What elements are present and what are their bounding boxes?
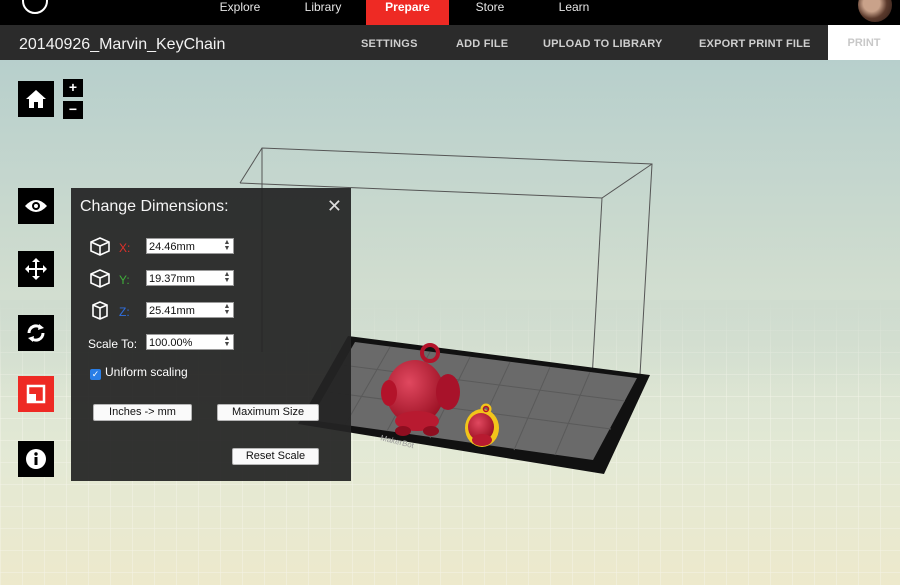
view-button[interactable] — [18, 188, 54, 224]
cube-y-icon — [90, 269, 110, 288]
print-button[interactable]: PRINT — [828, 25, 900, 60]
scale-button[interactable] — [18, 376, 54, 412]
stepper-scale-icon[interactable]: ▲ ▼ — [222, 335, 232, 348]
close-icon[interactable]: ✕ — [327, 196, 342, 217]
panel-title: Change Dimensions: — [80, 198, 229, 215]
stepper-y-icon[interactable]: ▲ ▼ — [222, 271, 232, 284]
dimension-x-row: X: 24.46mm ▲ ▼ — [88, 237, 338, 258]
axis-z-label: Z: — [119, 305, 130, 319]
dimension-z-row: Z: 25.41mm ▲ ▼ — [88, 301, 338, 322]
uniform-scaling-checkbox[interactable]: ✓ — [90, 369, 101, 380]
scale-to-label: Scale To: — [88, 337, 138, 351]
move-icon — [25, 258, 47, 280]
zoom-in-button[interactable]: + — [63, 79, 83, 97]
dimension-y-value: 19.37mm — [149, 273, 195, 285]
nav-store[interactable]: Store — [455, 0, 525, 25]
settings-button[interactable]: SETTINGS — [361, 38, 418, 50]
stepper-x-icon[interactable]: ▲ ▼ — [222, 239, 232, 252]
add-file-button[interactable]: ADD FILE — [456, 38, 508, 50]
move-button[interactable] — [18, 251, 54, 287]
info-icon — [26, 449, 46, 469]
dimension-y-row: Y: 19.37mm ▲ ▼ — [88, 269, 338, 290]
cube-z-icon — [92, 301, 108, 320]
cube-x-icon — [90, 237, 110, 256]
axis-x-label: X: — [119, 241, 131, 255]
project-toolbar: 20140926_Marvin_KeyChain SETTINGS ADD FI… — [0, 25, 900, 60]
scale-input[interactable]: 100.00% ▲ ▼ — [146, 334, 234, 350]
nav-learn[interactable]: Learn — [539, 0, 609, 25]
uniform-scaling-label: Uniform scaling — [105, 365, 188, 379]
export-print-file-button[interactable]: EXPORT PRINT FILE — [699, 38, 811, 50]
top-nav: Explore Library Prepare Store Learn — [0, 0, 900, 25]
dimension-x-value: 24.46mm — [149, 241, 195, 253]
rotate-icon — [27, 324, 45, 342]
view-eye-icon — [25, 200, 47, 212]
axis-y-label: Y: — [119, 273, 130, 287]
inches-to-mm-button[interactable]: Inches -> mm — [93, 404, 192, 421]
maximum-size-button[interactable]: Maximum Size — [217, 404, 319, 421]
nav-explore[interactable]: Explore — [205, 0, 275, 25]
scale-icon — [26, 384, 46, 404]
stepper-z-icon[interactable]: ▲ ▼ — [222, 303, 232, 316]
rotate-button[interactable] — [18, 315, 54, 351]
user-avatar[interactable] — [858, 0, 892, 22]
change-dimensions-panel: Change Dimensions: ✕ X: 24.46mm ▲ ▼ Y: 19… — [71, 188, 351, 481]
upload-to-library-button[interactable]: UPLOAD TO LIBRARY — [543, 38, 663, 50]
zoom-out-button[interactable]: − — [63, 101, 83, 119]
scale-row: Scale To: 100.00% ▲ ▼ — [88, 334, 338, 354]
makerbot-logo[interactable] — [22, 0, 48, 14]
home-icon — [26, 90, 46, 108]
reset-scale-button[interactable]: Reset Scale — [232, 448, 319, 465]
dimension-x-input[interactable]: 24.46mm ▲ ▼ — [146, 238, 234, 254]
dimension-y-input[interactable]: 19.37mm ▲ ▼ — [146, 270, 234, 286]
scale-value: 100.00% — [149, 337, 193, 349]
uniform-scaling-row[interactable]: ✓ Uniform scaling — [90, 365, 188, 380]
dimension-z-value: 25.41mm — [149, 305, 195, 317]
dimension-z-input[interactable]: 25.41mm ▲ ▼ — [146, 302, 234, 318]
info-button[interactable] — [18, 441, 54, 477]
project-title: 20140926_Marvin_KeyChain — [19, 36, 226, 53]
home-view-button[interactable] — [18, 81, 54, 117]
nav-prepare[interactable]: Prepare — [366, 0, 449, 25]
nav-library[interactable]: Library — [288, 0, 358, 25]
